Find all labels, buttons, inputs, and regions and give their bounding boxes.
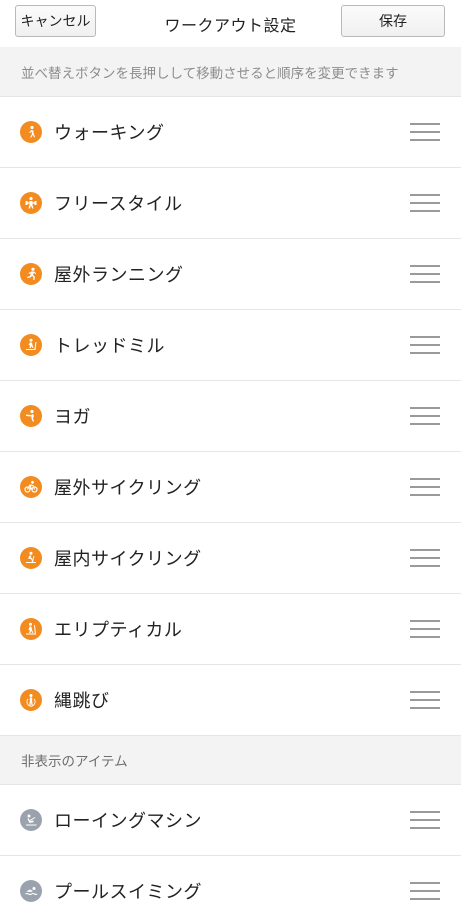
jump-rope-icon	[20, 689, 42, 711]
workout-item-label: トレッドミル	[54, 336, 165, 357]
walking-icon	[20, 121, 42, 143]
drag-handle-icon[interactable]	[410, 882, 440, 900]
workout-item-outdoor-running[interactable]: 屋外ランニング	[0, 239, 461, 310]
cancel-button[interactable]: キャンセル	[15, 5, 96, 37]
workout-item-label: 屋外サイクリング	[54, 478, 202, 499]
drag-handle-icon[interactable]	[410, 620, 440, 638]
workout-item-label: 縄跳び	[54, 691, 110, 712]
save-button[interactable]: 保存	[341, 5, 445, 37]
hidden-items-section-title: 非表示のアイテム	[0, 736, 461, 785]
drag-handle-icon[interactable]	[410, 265, 440, 283]
drag-handle-icon[interactable]	[410, 336, 440, 354]
workout-item-outdoor-cycling[interactable]: 屋外サイクリング	[0, 452, 461, 523]
swimming-icon	[20, 880, 42, 902]
workout-item-label: 屋外ランニング	[54, 265, 184, 286]
workout-item-label: ウォーキング	[54, 123, 165, 144]
workout-item-label: プールスイミング	[54, 882, 202, 903]
workout-settings-screen: キャンセル ワークアウト設定 保存 並べ替えボタンを長押しして移動させると順序を…	[0, 0, 461, 908]
treadmill-icon	[20, 334, 42, 356]
workout-item-label: ローイングマシン	[54, 811, 202, 832]
drag-handle-icon[interactable]	[410, 407, 440, 425]
indoor-cycling-icon	[20, 547, 42, 569]
workout-item-jump-rope[interactable]: 縄跳び	[0, 665, 461, 736]
yoga-icon	[20, 405, 42, 427]
drag-handle-icon[interactable]	[410, 549, 440, 567]
page-title: ワークアウト設定	[164, 15, 297, 35]
rowing-icon	[20, 809, 42, 831]
workout-item-label: 屋内サイクリング	[54, 549, 202, 570]
workout-item-label: フリースタイル	[54, 194, 183, 215]
workout-item-pool-swimming[interactable]: プールスイミング	[0, 856, 461, 908]
workout-item-indoor-cycling[interactable]: 屋内サイクリング	[0, 523, 461, 594]
drag-handle-icon[interactable]	[410, 811, 440, 829]
elliptical-icon	[20, 618, 42, 640]
workout-item-walking[interactable]: ウォーキング	[0, 97, 461, 168]
workout-item-elliptical[interactable]: エリプティカル	[0, 594, 461, 665]
header-bar: キャンセル ワークアウト設定 保存	[0, 0, 461, 47]
workout-item-freestyle[interactable]: フリースタイル	[0, 168, 461, 239]
workout-item-yoga[interactable]: ヨガ	[0, 381, 461, 452]
running-icon	[20, 263, 42, 285]
cycling-icon	[20, 476, 42, 498]
drag-handle-icon[interactable]	[410, 691, 440, 709]
drag-handle-icon[interactable]	[410, 123, 440, 141]
workout-item-rowing[interactable]: ローイングマシン	[0, 785, 461, 856]
workout-item-label: エリプティカル	[54, 620, 183, 641]
drag-handle-icon[interactable]	[410, 194, 440, 212]
reorder-hint: 並べ替えボタンを長押しして移動させると順序を変更できます	[0, 47, 461, 97]
freestyle-icon	[20, 192, 42, 214]
workout-item-label: ヨガ	[54, 407, 91, 428]
drag-handle-icon[interactable]	[410, 478, 440, 496]
workout-item-treadmill[interactable]: トレッドミル	[0, 310, 461, 381]
